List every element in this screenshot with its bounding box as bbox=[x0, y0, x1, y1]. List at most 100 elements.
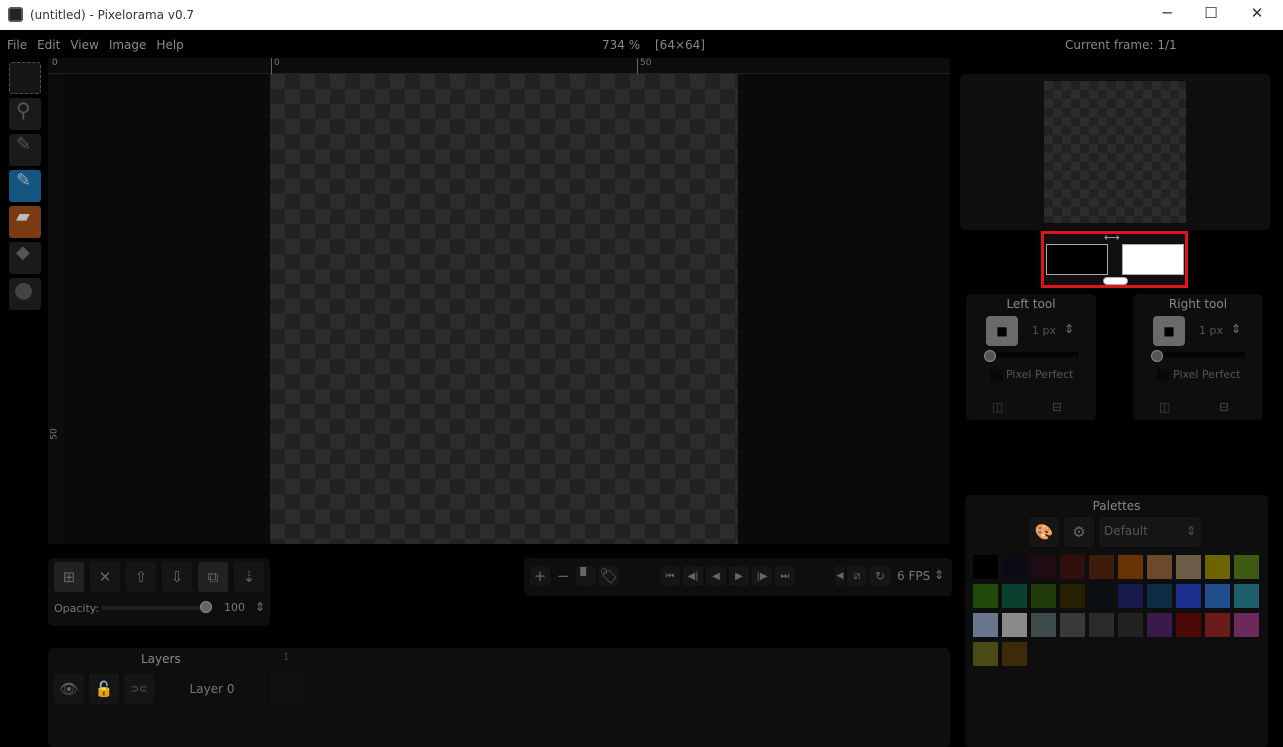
slider-handle[interactable] bbox=[984, 350, 996, 362]
palette-swatch[interactable] bbox=[1060, 555, 1085, 579]
palette-select[interactable]: Default ⇕ bbox=[1099, 517, 1201, 547]
palette-swatch[interactable] bbox=[1031, 555, 1056, 579]
move-layer-down-button[interactable]: ⇩ bbox=[162, 562, 192, 592]
move-layer-up-button[interactable]: ⇧ bbox=[126, 562, 156, 592]
right-color-button[interactable] bbox=[1122, 244, 1184, 275]
clone-layer-button[interactable]: ⧉ bbox=[198, 562, 228, 592]
palette-swatch[interactable] bbox=[1176, 555, 1201, 579]
palette-swatch[interactable] bbox=[1176, 584, 1201, 608]
opacity-value[interactable]: 100 bbox=[224, 601, 245, 614]
swap-colors-icon[interactable]: ⟷ bbox=[1104, 231, 1120, 244]
palette-swatch[interactable] bbox=[1147, 613, 1172, 637]
frame-tag-button[interactable]: 🏷 bbox=[599, 566, 619, 586]
palette-swatch[interactable] bbox=[1234, 584, 1259, 608]
palette-swatch[interactable] bbox=[1205, 584, 1230, 608]
zoom-tool[interactable]: ⚲ bbox=[9, 98, 41, 130]
palette-swatch[interactable] bbox=[1234, 555, 1259, 579]
mirror-horizontal-icon[interactable]: ◫ bbox=[992, 400, 1003, 414]
first-frame-button[interactable]: ⏮ bbox=[660, 566, 680, 586]
rect-select-tool[interactable] bbox=[9, 62, 41, 94]
palette-swatch[interactable] bbox=[1031, 584, 1056, 608]
menu-edit[interactable]: Edit bbox=[37, 38, 60, 52]
fps-input[interactable]: 6 FPS bbox=[897, 569, 930, 583]
opacity-slider-handle[interactable] bbox=[200, 601, 212, 613]
spinner-icon[interactable]: ⇕ bbox=[255, 600, 265, 614]
add-layer-button[interactable]: ⊞ bbox=[54, 562, 84, 592]
remove-layer-button[interactable]: ✕ bbox=[90, 562, 120, 592]
last-frame-button[interactable]: ⏭ bbox=[775, 566, 795, 586]
palette-swatch[interactable] bbox=[1118, 555, 1143, 579]
slider-handle[interactable] bbox=[1151, 350, 1163, 362]
play-forward-button[interactable]: ▶ bbox=[729, 566, 749, 586]
eraser-tool[interactable]: ▰ bbox=[9, 206, 41, 238]
mirror-vertical-icon[interactable]: ⊟ bbox=[1052, 400, 1062, 414]
next-frame-button[interactable]: |▶ bbox=[752, 566, 772, 586]
palette-swatch[interactable] bbox=[1002, 642, 1027, 666]
play-backwards-button[interactable]: ◀ bbox=[706, 566, 726, 586]
close-button[interactable]: ✕ bbox=[1242, 4, 1272, 26]
lighten-darken-tool[interactable]: ● bbox=[9, 278, 41, 310]
maximize-button[interactable]: ☐ bbox=[1196, 4, 1226, 26]
brush-button[interactable]: ■ bbox=[1153, 316, 1185, 346]
palette-swatch[interactable] bbox=[973, 584, 998, 608]
frame-cel[interactable] bbox=[270, 670, 304, 706]
brush-size-slider[interactable] bbox=[1153, 352, 1245, 357]
mirror-vertical-icon[interactable]: ⊟ bbox=[1219, 400, 1229, 414]
palette-swatch[interactable] bbox=[1118, 584, 1143, 608]
palette-swatch[interactable] bbox=[1118, 613, 1143, 637]
palette-swatch[interactable] bbox=[1060, 584, 1085, 608]
spinner-icon[interactable]: ⇕ bbox=[1064, 322, 1074, 336]
edit-palette-icon[interactable]: ⚙ bbox=[1064, 517, 1094, 547]
palette-swatch[interactable] bbox=[1002, 584, 1027, 608]
palette-swatch[interactable] bbox=[1234, 613, 1259, 637]
layer-visibility-icon[interactable]: 👁 bbox=[54, 674, 84, 704]
palette-swatch[interactable] bbox=[1002, 613, 1027, 637]
drawing-canvas[interactable] bbox=[270, 74, 738, 544]
brush-size-input[interactable]: 1 px bbox=[1199, 324, 1223, 337]
layer-row[interactable]: Layer 0 bbox=[159, 674, 265, 704]
spinner-icon[interactable]: ⇕ bbox=[934, 568, 944, 582]
menu-view[interactable]: View bbox=[70, 38, 98, 52]
merge-down-button[interactable]: ⇣ bbox=[234, 562, 264, 592]
menu-help[interactable]: Help bbox=[156, 38, 183, 52]
bucket-tool[interactable]: ◆ bbox=[9, 242, 41, 274]
onion-skinning-button[interactable]: ⧄ bbox=[847, 566, 867, 586]
mirror-horizontal-icon[interactable]: ◫ bbox=[1159, 400, 1170, 414]
color-picker-tool[interactable]: ✎ bbox=[9, 134, 41, 166]
spinner-icon[interactable]: ⇕ bbox=[1231, 322, 1241, 336]
palette-swatch[interactable] bbox=[1002, 555, 1027, 579]
minimize-button[interactable]: ─ bbox=[1152, 4, 1182, 26]
palette-swatch[interactable] bbox=[1205, 555, 1230, 579]
pixel-perfect-checkbox[interactable] bbox=[1157, 369, 1169, 381]
palette-swatch[interactable] bbox=[1031, 613, 1056, 637]
palette-swatch[interactable] bbox=[1089, 584, 1114, 608]
palette-swatch[interactable] bbox=[1060, 613, 1085, 637]
palette-swatch[interactable] bbox=[1176, 613, 1201, 637]
clone-frame-button[interactable]: ▘ bbox=[576, 566, 596, 586]
brush-size-slider[interactable] bbox=[986, 352, 1078, 357]
palette-swatch[interactable] bbox=[973, 642, 998, 666]
menu-file[interactable]: File bbox=[7, 38, 27, 52]
reset-colors-toggle[interactable] bbox=[1103, 277, 1128, 285]
palette-swatch[interactable] bbox=[973, 555, 998, 579]
onion-settings-button[interactable]: ◀ bbox=[835, 566, 845, 586]
palette-swatch[interactable] bbox=[1205, 613, 1230, 637]
opacity-slider[interactable] bbox=[102, 606, 206, 610]
pixel-perfect-checkbox[interactable] bbox=[990, 369, 1002, 381]
loop-button[interactable]: ↻ bbox=[870, 566, 890, 586]
palette-swatch[interactable] bbox=[973, 613, 998, 637]
palette-swatch[interactable] bbox=[1147, 584, 1172, 608]
palette-swatch[interactable] bbox=[1089, 555, 1114, 579]
remove-frame-button[interactable]: − bbox=[553, 566, 573, 586]
layer-lock-icon[interactable]: 🔓 bbox=[89, 674, 119, 704]
palette-swatch[interactable] bbox=[1147, 555, 1172, 579]
left-color-button[interactable] bbox=[1046, 244, 1108, 275]
brush-button[interactable]: ■ bbox=[986, 316, 1018, 346]
pencil-tool[interactable]: ✎ bbox=[9, 170, 41, 202]
menu-image[interactable]: Image bbox=[109, 38, 147, 52]
previous-frame-button[interactable]: ◀| bbox=[683, 566, 703, 586]
brush-size-input[interactable]: 1 px bbox=[1032, 324, 1056, 337]
palette-swatch[interactable] bbox=[1089, 613, 1114, 637]
add-frame-button[interactable]: + bbox=[530, 566, 550, 586]
layer-link-icon[interactable]: ⊃⊂ bbox=[124, 674, 154, 704]
